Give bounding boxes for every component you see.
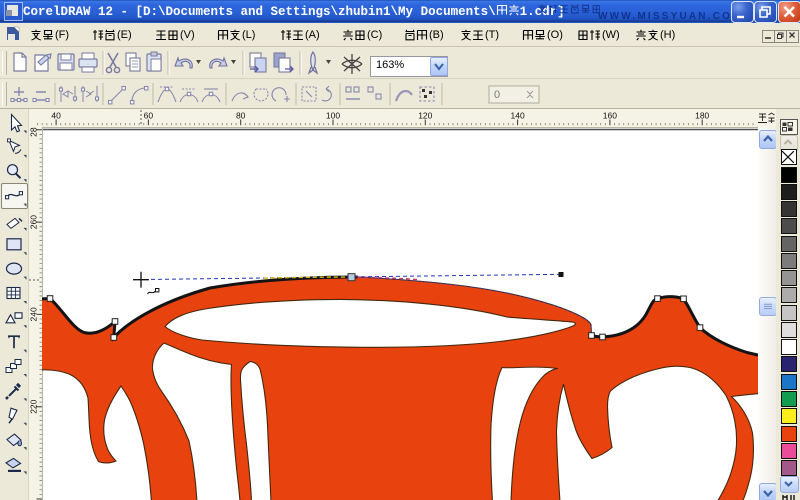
svg-text:80: 80 — [236, 111, 246, 121]
svg-text:40: 40 — [51, 111, 61, 121]
svg-text:280: 280 — [29, 127, 39, 137]
svg-text:120: 120 — [418, 111, 432, 121]
svg-text:140: 140 — [511, 111, 525, 121]
svg-text:180: 180 — [695, 111, 709, 121]
svg-text:260: 260 — [29, 215, 39, 229]
svg-text:220: 220 — [29, 399, 39, 413]
svg-text:60: 60 — [144, 111, 154, 121]
svg-text:0: 0 — [494, 89, 500, 101]
svg-text:160: 160 — [603, 111, 617, 121]
svg-text:240: 240 — [29, 307, 39, 321]
svg-text:100: 100 — [326, 111, 340, 121]
